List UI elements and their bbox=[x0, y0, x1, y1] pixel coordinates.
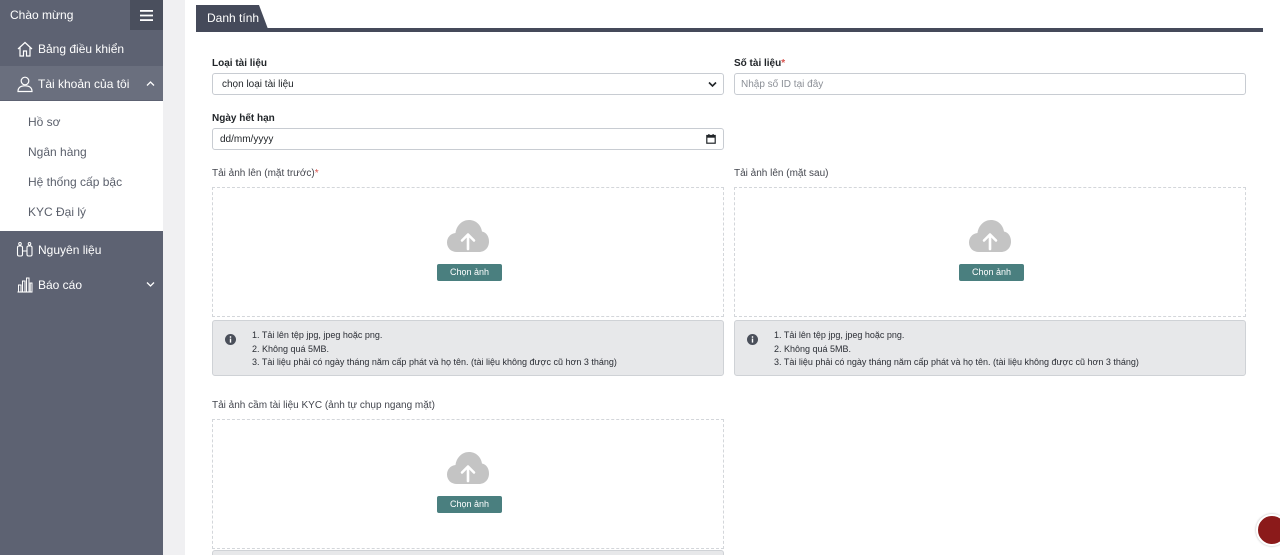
required-mark: * bbox=[781, 58, 786, 69]
sidebar-item-materials[interactable]: Nguyên liệu bbox=[0, 232, 163, 266]
sidebar-header: Chào mừng bbox=[0, 0, 163, 30]
cloud-upload-icon bbox=[447, 220, 489, 252]
sidebar-item-label: Báo cáo bbox=[38, 278, 83, 292]
tab-identity[interactable]: Danh tính bbox=[196, 5, 268, 29]
user-icon bbox=[17, 76, 33, 93]
submenu-item-agent-kyc[interactable]: KYC Đại lý bbox=[28, 205, 86, 219]
choose-image-button[interactable]: Chọn ảnh bbox=[437, 496, 502, 513]
sidebar: Chào mừng Bảng điều khiển Tài khoản của … bbox=[0, 0, 163, 555]
calendar-icon[interactable] bbox=[706, 134, 716, 144]
requirement-item: 3. Tài liệu phải có ngày tháng năm cấp p… bbox=[252, 357, 617, 367]
required-mark: * bbox=[314, 168, 319, 179]
doc-type-label: Loại tài liệu bbox=[212, 58, 268, 69]
welcome-text: Chào mừng bbox=[10, 8, 74, 22]
chevron-down-icon bbox=[146, 282, 155, 287]
requirement-item: 2. Không quá 5MB. bbox=[774, 343, 852, 354]
kyc-upload-dropzone[interactable]: Chọn ảnh bbox=[212, 419, 724, 549]
sidebar-item-dashboard[interactable]: Bảng điều khiển bbox=[0, 31, 163, 65]
doc-number-input[interactable]: Nhập số ID tại đây bbox=[734, 73, 1246, 95]
sidebar-item-reports[interactable]: Báo cáo bbox=[0, 267, 163, 301]
requirement-item: 2. Không quá 5MB. bbox=[252, 343, 330, 354]
main-content: Danh tính Loại tài liệu Số tài liệu* chọ… bbox=[185, 0, 1280, 555]
upload-requirements-note bbox=[212, 550, 724, 555]
sidebar-item-my-account[interactable]: Tài khoản của tôi bbox=[0, 66, 163, 100]
expiry-label: Ngày hết hạn bbox=[212, 113, 275, 124]
info-icon bbox=[747, 334, 758, 345]
expiry-date-input[interactable]: dd/mm/yyyy bbox=[212, 128, 724, 150]
sidebar-item-label: Tài khoản của tôi bbox=[38, 77, 130, 91]
sidebar-item-label: Bảng điều khiển bbox=[38, 42, 125, 56]
hamburger-menu-button[interactable] bbox=[130, 0, 163, 30]
hamburger-icon bbox=[140, 9, 153, 21]
choose-image-button[interactable]: Chọn ảnh bbox=[437, 264, 502, 281]
materials-icon bbox=[16, 242, 33, 257]
home-icon bbox=[17, 41, 33, 57]
front-upload-dropzone[interactable]: Chọn ảnh bbox=[212, 187, 724, 317]
doc-type-select[interactable]: chọn loại tài liệu bbox=[212, 73, 724, 95]
expiry-date-value: dd/mm/yyyy bbox=[220, 134, 274, 145]
info-icon bbox=[225, 334, 236, 345]
cloud-upload-icon bbox=[969, 220, 1011, 252]
requirement-item: 1. Tải lên tệp jpg, jpeg hoặc png. bbox=[774, 330, 905, 340]
submenu-item-rank-system[interactable]: Hệ thống cấp bậc bbox=[28, 175, 122, 189]
requirement-item: 1. Tải lên tệp jpg, jpeg hoặc png. bbox=[252, 330, 383, 340]
sidebar-item-label: Nguyên liệu bbox=[38, 243, 102, 257]
kyc-upload-label: Tải ảnh cầm tài liệu KYC (ảnh tự chụp ng… bbox=[212, 400, 435, 411]
chevron-up-icon bbox=[146, 81, 155, 86]
floating-action-button[interactable] bbox=[1256, 514, 1280, 546]
doc-type-selected-value: chọn loại tài liệu bbox=[222, 79, 294, 90]
chevron-down-icon bbox=[708, 81, 717, 88]
choose-image-button[interactable]: Chọn ảnh bbox=[959, 264, 1024, 281]
doc-number-label: Số tài liệu* bbox=[734, 58, 786, 69]
upload-requirements-note: 1. Tải lên tệp jpg, jpeg hoặc png. 2. Kh… bbox=[734, 320, 1246, 376]
requirement-item: 3. Tài liệu phải có ngày tháng năm cấp p… bbox=[774, 357, 1139, 367]
back-upload-dropzone[interactable]: Chọn ảnh bbox=[734, 187, 1246, 317]
submenu-item-bank[interactable]: Ngân hàng bbox=[28, 145, 87, 159]
front-upload-label: Tải ảnh lên (mặt trước)* bbox=[212, 168, 319, 179]
tab-bar: Danh tính bbox=[196, 5, 1263, 32]
account-submenu: Hồ sơ Ngân hàng Hệ thống cấp bậc KYC Đại… bbox=[0, 101, 163, 231]
bar-chart-icon bbox=[17, 277, 33, 293]
cloud-upload-icon bbox=[447, 452, 489, 484]
doc-number-placeholder: Nhập số ID tại đây bbox=[741, 79, 824, 90]
submenu-item-profile[interactable]: Hồ sơ bbox=[28, 115, 61, 129]
upload-requirements-note: 1. Tải lên tệp jpg, jpeg hoặc png. 2. Kh… bbox=[212, 320, 724, 376]
back-upload-label: Tải ảnh lên (mặt sau) bbox=[734, 168, 829, 179]
requirements-list: 1. Tải lên tệp jpg, jpeg hoặc png. 2. Kh… bbox=[774, 329, 1139, 370]
requirements-list: 1. Tải lên tệp jpg, jpeg hoặc png. 2. Kh… bbox=[252, 329, 617, 370]
